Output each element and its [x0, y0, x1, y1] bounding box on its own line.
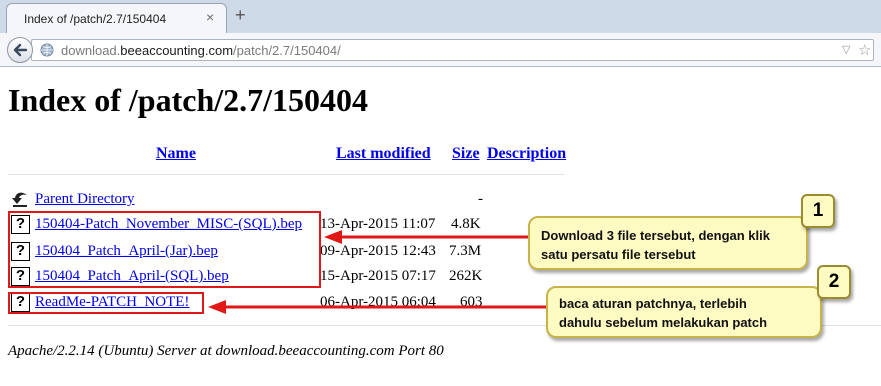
callout-2-line-1: baca aturan patchnya, terlebih [559, 296, 747, 311]
callout-readme: baca aturan patchnya, terlebih dahulu se… [546, 286, 822, 338]
file-size: 4.8K [451, 216, 481, 232]
close-tab-icon[interactable]: × [206, 10, 214, 24]
new-tab-icon[interactable]: + [235, 5, 246, 25]
column-header-description[interactable]: Description [487, 145, 566, 163]
file-size: 7.3M [449, 243, 482, 259]
navigation-bar: download.beeaccounting.com/patch/2.7/150… [0, 33, 881, 67]
callout-1-line-1: Download 3 file tersebut, dengan klik [541, 228, 770, 243]
tab-strip: Index of /patch/2.7/150404 × + [0, 0, 881, 33]
back-button[interactable] [7, 37, 33, 63]
parent-directory-link[interactable]: Parent Directory [35, 191, 135, 208]
callout-1-line-2: satu persatu file tersebut [541, 247, 696, 262]
parent-directory-row: Parent Directory - [0, 189, 881, 212]
highlight-box-readme [8, 292, 204, 314]
address-bar[interactable]: download.beeaccounting.com/patch/2.7/150… [31, 39, 874, 61]
tab-title: Index of /patch/2.7/150404 [24, 12, 167, 26]
server-signature: Apache/2.2.14 (Ubuntu) Server at downloa… [8, 343, 444, 359]
back-arrow-icon [13, 43, 28, 57]
step-badge-1: 1 [801, 194, 835, 228]
page-title: Index of /patch/2.7/150404 [8, 82, 369, 118]
globe-icon [40, 43, 54, 57]
column-header-size[interactable]: Size [452, 145, 480, 163]
file-modified: 06-Apr-2015 06:04 [320, 294, 436, 310]
file-size: 603 [460, 294, 483, 310]
highlight-box-files [8, 211, 321, 288]
step-badge-2: 2 [817, 265, 851, 299]
bookmark-star-icon[interactable]: ☆ [858, 41, 871, 59]
back-folder-icon [12, 192, 27, 207]
url-text[interactable]: download.beeaccounting.com/patch/2.7/150… [61, 43, 341, 58]
url-domain: beeaccounting.com [120, 43, 234, 58]
header-divider [8, 174, 564, 175]
tab-active[interactable]: Index of /patch/2.7/150404 × [6, 3, 227, 33]
url-dropdown-icon[interactable]: ▽ [842, 43, 850, 56]
file-modified: 13-Apr-2015 11:07 [320, 216, 436, 232]
column-header-name[interactable]: Name [156, 145, 196, 163]
url-prefix: download. [61, 43, 121, 58]
column-header-last-modified[interactable]: Last modified [336, 145, 431, 163]
file-modified: 09-Apr-2015 12:43 [320, 243, 436, 259]
callout-download: Download 3 file tersebut, dengan klik sa… [528, 216, 808, 270]
url-path: /patch/2.7/150404/ [233, 43, 341, 58]
file-size: 262K [449, 268, 483, 284]
parent-size: - [478, 191, 483, 207]
callout-2-line-2: dahulu sebelum melakukan patch [559, 315, 768, 330]
file-modified: 15-Apr-2015 07:17 [320, 268, 436, 284]
